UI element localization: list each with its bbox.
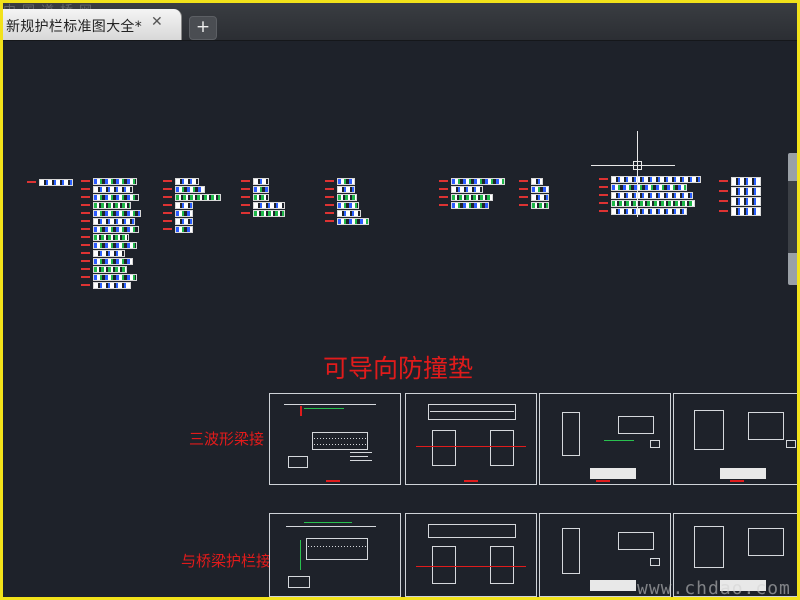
row-label-wave-beam: 三波形梁接: [189, 430, 265, 448]
drawing-sheet[interactable]: [673, 393, 797, 485]
tab-title: 新规护栏标准图大全*: [6, 19, 142, 35]
drawing-canvas[interactable]: 可导向防撞垫 三波形梁接 与桥梁护栏接 www.chdao.com: [3, 41, 797, 597]
drawing-sheet[interactable]: [405, 393, 537, 485]
application-window: 中国道桥网 新规护栏标准图大全* ✕ +: [0, 0, 800, 600]
section-title: 可导向防撞垫: [323, 354, 474, 383]
drawing-block-3: [163, 177, 221, 234]
drawing-block-9: [719, 176, 761, 217]
crosshair-cursor-icon: [637, 131, 638, 217]
drawing-sheet[interactable]: [269, 393, 401, 485]
drawing-block-7: [519, 177, 549, 210]
drawing-sheet[interactable]: [405, 513, 537, 597]
tab-bar: 中国道桥网 新规护栏标准图大全* ✕ +: [3, 3, 797, 41]
crosshair-pickbox: [633, 161, 642, 170]
drawing-block-2: [81, 177, 141, 290]
drawing-sheet[interactable]: [539, 393, 671, 485]
document-tab[interactable]: 新规护栏标准图大全* ✕: [3, 9, 182, 40]
drawing-sheet[interactable]: [269, 513, 401, 597]
drawing-block-1: [27, 178, 73, 187]
drawing-block-8: [599, 175, 701, 216]
drawing-block-5: [325, 177, 369, 226]
side-panel-scrollbar-thumb[interactable]: [788, 181, 797, 253]
tab-close-icon[interactable]: ✕: [151, 14, 163, 30]
drawing-block-6: [439, 177, 505, 210]
drawing-block-4: [241, 177, 285, 218]
row-label-bridge-rail: 与桥梁护栏接: [181, 552, 272, 570]
new-tab-button[interactable]: +: [189, 16, 217, 40]
site-watermark-url: www.chdao.com: [637, 578, 791, 599]
